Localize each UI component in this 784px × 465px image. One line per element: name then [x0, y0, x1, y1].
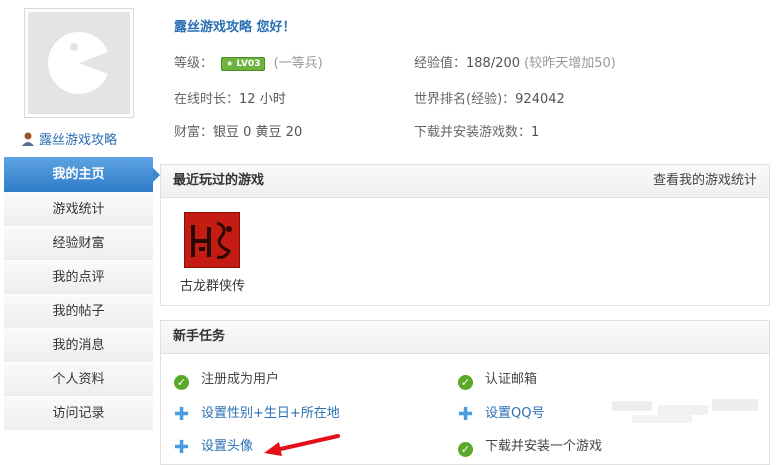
exp-label: 经验值： — [414, 56, 467, 71]
level-badge-text: LV03 — [236, 59, 261, 69]
plus-icon: ✚ — [458, 404, 474, 425]
watermark-blur — [612, 397, 762, 427]
avatar-frame — [24, 8, 134, 118]
task-register: ✓ 注册成为用户 — [174, 370, 279, 390]
username-link[interactable]: 露丝游戏攻略 — [20, 131, 117, 151]
nav-item-reviews[interactable]: 我的点评 — [4, 261, 153, 295]
view-game-stats-link[interactable]: 查看我的游戏统计 — [653, 165, 757, 197]
exp-note: (较昨天增加50) — [524, 56, 616, 71]
downloads-info: 下载并安装游戏数：1 — [414, 121, 539, 140]
greeting: 露丝游戏攻略 您好！ — [174, 20, 296, 35]
wealth-value: 银豆 0 黄豆 20 — [213, 125, 303, 140]
recent-games-header: 最近玩过的游戏 查看我的游戏统计 — [161, 165, 769, 198]
nav-item-messages[interactable]: 我的消息 — [4, 329, 153, 363]
exp-info: 经验值：188/200 (较昨天增加50) — [414, 52, 616, 71]
check-icon: ✓ — [458, 442, 473, 457]
task-link[interactable]: 设置QQ号 — [485, 406, 544, 421]
nav-item-visits[interactable]: 访问记录 — [4, 397, 153, 431]
plus-icon: ✚ — [174, 437, 190, 458]
game-cover-icon — [185, 213, 239, 267]
newbie-tasks-title: 新手任务 — [173, 329, 226, 344]
level-info: 等级： ★ LV03 (一等兵) — [174, 52, 323, 71]
rank-label: 世界排名(经验)： — [414, 92, 516, 107]
downloads-label: 下载并安装游戏数： — [414, 125, 532, 140]
check-icon: ✓ — [174, 375, 189, 390]
level-title: (一等兵) — [273, 56, 323, 71]
user-icon — [22, 132, 34, 146]
task-label: 注册成为用户 — [201, 372, 280, 387]
nav-item-home[interactable]: 我的主页 — [4, 157, 160, 193]
default-avatar-icon — [28, 12, 130, 114]
task-verify-email: ✓ 认证邮箱 — [458, 370, 537, 390]
plus-icon: ✚ — [174, 404, 190, 425]
task-link[interactable]: 设置性别+生日+所在地 — [201, 406, 340, 421]
avatar[interactable] — [28, 12, 130, 114]
red-arrow-icon — [264, 434, 340, 456]
rank-info: 世界排名(经验)：924042 — [414, 88, 565, 107]
newbie-tasks-header: 新手任务 — [161, 321, 769, 354]
sidebar-nav: 我的主页 游戏统计 经验财富 我的点评 我的帖子 我的消息 个人资料 访问记录 — [4, 157, 160, 431]
task-label: 认证邮箱 — [485, 372, 538, 387]
online-label: 在线时长： — [174, 92, 240, 107]
task-link[interactable]: 设置头像 — [201, 439, 253, 454]
check-icon: ✓ — [458, 375, 473, 390]
username-text[interactable]: 露丝游戏攻略 — [39, 133, 117, 148]
exp-value: 188/200 — [466, 56, 521, 71]
task-label: 下载并安装一个游戏 — [485, 439, 603, 454]
sidebar: 露丝游戏攻略 我的主页 游戏统计 经验财富 我的点评 我的帖子 我的消息 个人资… — [0, 0, 160, 459]
wealth-label: 财富： — [174, 125, 214, 140]
nav-item-posts[interactable]: 我的帖子 — [4, 295, 153, 329]
online-info: 在线时长：12 小时 — [174, 88, 286, 107]
task-set-gender-birthday-location[interactable]: ✚ 设置性别+生日+所在地 — [174, 404, 340, 424]
main-content: 露丝游戏攻略 您好！ 等级： ★ LV03 (一等兵) 经验值：188/200 … — [160, 0, 784, 465]
watermark-icon — [612, 399, 758, 423]
gulong-game-icon[interactable] — [184, 212, 240, 268]
level-label: 等级： — [174, 56, 214, 71]
recent-games-title: 最近玩过的游戏 — [173, 173, 265, 188]
task-set-avatar[interactable]: ✚ 设置头像 — [174, 437, 253, 457]
level-badge: ★ LV03 — [221, 57, 266, 71]
downloads-value: 1 — [531, 125, 540, 140]
wealth-info: 财富：银豆 0 黄豆 20 — [174, 121, 302, 140]
nav-item-game-stats[interactable]: 游戏统计 — [4, 193, 153, 227]
online-value: 12 小时 — [239, 92, 286, 107]
nav-item-profile[interactable]: 个人资料 — [4, 363, 153, 397]
game-name[interactable]: 古龙群侠传 — [180, 275, 245, 294]
recent-games-panel: 最近玩过的游戏 查看我的游戏统计 古龙群侠传 — [160, 164, 770, 306]
task-set-qq[interactable]: ✚ 设置QQ号 — [458, 404, 544, 424]
nav-item-exp-wealth[interactable]: 经验财富 — [4, 227, 153, 261]
rank-value: 924042 — [515, 92, 565, 107]
star-icon: ★ — [226, 59, 234, 68]
task-download-game: ✓ 下载并安装一个游戏 — [458, 437, 602, 457]
